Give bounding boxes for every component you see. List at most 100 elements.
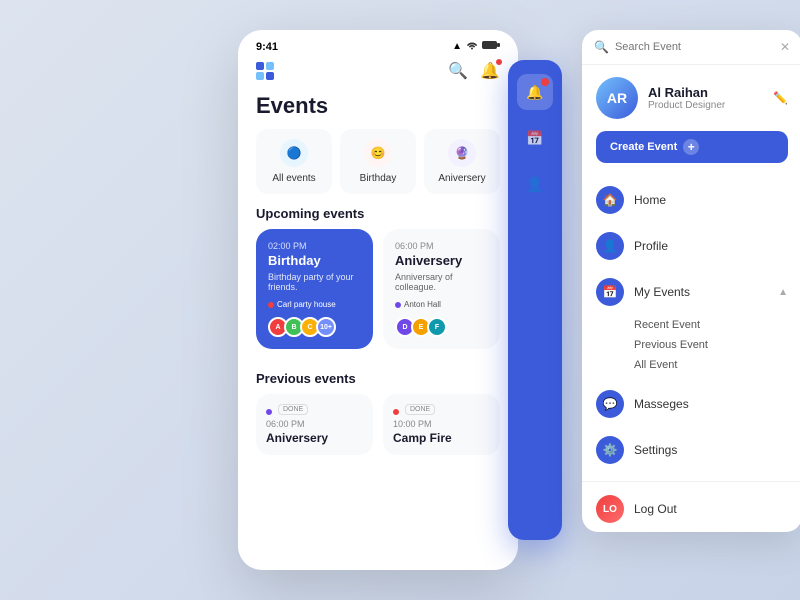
my-events-icon: 📅 bbox=[596, 278, 624, 306]
anniversary-desc: Anniversary of colleague. bbox=[395, 272, 488, 292]
nav-profile[interactable]: 👤 Profile bbox=[582, 223, 800, 269]
page-title: Events bbox=[238, 89, 518, 129]
anniversary-label: Aniversery bbox=[438, 173, 485, 184]
my-events-chevron: ▲ bbox=[778, 287, 788, 298]
anniversary-loc-dot bbox=[395, 302, 401, 308]
prev-event-campfire[interactable]: DONE 10:00 PM Camp Fire bbox=[383, 394, 500, 455]
sidebar-notif-dot bbox=[541, 78, 549, 86]
wifi-icon bbox=[466, 40, 478, 53]
upcoming-section-title: Upcoming events bbox=[238, 206, 518, 229]
anniversary-avatars: D E F bbox=[395, 317, 488, 337]
previous-row: DONE 06:00 PM Aniversery DONE 10:00 PM C… bbox=[238, 394, 518, 455]
dropdown-search-bar: 🔍 ✕ bbox=[582, 30, 800, 65]
nav-my-events[interactable]: 📅 My Events ▲ bbox=[582, 269, 800, 315]
sub-previous-event[interactable]: Previous Event bbox=[634, 335, 788, 355]
nav-home[interactable]: 🏠 Home bbox=[582, 177, 800, 223]
anniversary-location-text: Anton Hall bbox=[404, 300, 441, 309]
prev-campfire-header: DONE bbox=[393, 404, 490, 419]
anniversary-location: Anton Hall bbox=[395, 300, 488, 309]
time: 9:41 bbox=[256, 41, 278, 53]
sub-all-event[interactable]: All Event bbox=[634, 355, 788, 375]
status-bar: 9:41 ▲ bbox=[238, 30, 518, 57]
done-badge-1: DONE bbox=[278, 404, 308, 415]
prev-anniversary-dot bbox=[266, 409, 272, 415]
upcoming-event-birthday[interactable]: 02:00 PM Birthday Birthday party of your… bbox=[256, 229, 373, 349]
dropdown-close-icon[interactable]: ✕ bbox=[780, 40, 790, 54]
sidebar-calendar-btn[interactable]: 📅 bbox=[517, 120, 553, 156]
sub-recent-event[interactable]: Recent Event bbox=[634, 315, 788, 335]
messages-label: Masseges bbox=[634, 397, 689, 411]
user-info: Al Raihan Product Designer bbox=[648, 85, 763, 111]
user-name: Al Raihan bbox=[648, 85, 763, 100]
battery-icon bbox=[482, 40, 500, 53]
top-nav: 🔍 🔔 bbox=[238, 57, 518, 89]
upcoming-event-anniversary[interactable]: 06:00 PM Aniversery Anniversary of colle… bbox=[383, 229, 500, 349]
sidebar-user-btn[interactable]: 👤 bbox=[517, 166, 553, 202]
birthday-label: Birthday bbox=[360, 173, 397, 184]
category-birthday[interactable]: 😊 Birthday bbox=[340, 129, 416, 194]
birthday-avatars: A B C 10+ bbox=[268, 317, 361, 337]
nav-messages[interactable]: 💬 Masseges bbox=[582, 381, 800, 427]
my-events-label: My Events bbox=[634, 285, 690, 299]
sub-menu: Recent Event Previous Event All Event bbox=[582, 315, 800, 381]
signal-icon: ▲ bbox=[452, 41, 462, 52]
create-event-button[interactable]: Create Event + bbox=[596, 131, 788, 163]
logout-item[interactable]: LO Log Out bbox=[582, 486, 800, 532]
user-avatar: AR bbox=[596, 77, 638, 119]
birthday-icon: 😊 bbox=[364, 139, 392, 167]
birthday-name: Birthday bbox=[268, 253, 361, 268]
create-event-label: Create Event bbox=[610, 141, 677, 153]
edit-icon[interactable]: ✏️ bbox=[773, 91, 788, 105]
mobile-panel: 9:41 ▲ 🔍 🔔 bbox=[238, 30, 518, 570]
notif-dot bbox=[496, 59, 502, 65]
sidebar-notification-btn[interactable]: 🔔 bbox=[517, 74, 553, 110]
nav-settings[interactable]: ⚙️ Settings bbox=[582, 427, 800, 473]
menu-divider bbox=[582, 481, 800, 482]
nav-actions: 🔍 🔔 bbox=[448, 61, 500, 81]
prev-anniversary-name: Aniversery bbox=[266, 431, 363, 445]
prev-anniversary-time: 06:00 PM bbox=[266, 419, 363, 429]
anniversary-name: Aniversery bbox=[395, 253, 488, 268]
anv-avatar-3: F bbox=[427, 317, 447, 337]
logout-label: Log Out bbox=[634, 502, 677, 516]
category-row: 🔵 All events 😊 Birthday 🔮 Aniversery bbox=[238, 129, 518, 206]
location-dot bbox=[268, 302, 274, 308]
dropdown-panel: 🔍 ✕ AR Al Raihan Product Designer ✏️ Cre… bbox=[582, 30, 800, 532]
anniversary-time: 06:00 PM bbox=[395, 241, 488, 251]
avatar-count: 10+ bbox=[316, 317, 336, 337]
profile-icon: 👤 bbox=[596, 232, 624, 260]
prev-anniversary-header: DONE bbox=[266, 404, 363, 419]
done-badge-2: DONE bbox=[405, 404, 435, 415]
prev-campfire-name: Camp Fire bbox=[393, 431, 490, 445]
notification-icon[interactable]: 🔔 bbox=[480, 61, 500, 81]
search-icon[interactable]: 🔍 bbox=[448, 61, 468, 81]
prev-campfire-time: 10:00 PM bbox=[393, 419, 490, 429]
birthday-desc: Birthday party of your friends. bbox=[268, 272, 361, 292]
all-events-icon: 🔵 bbox=[280, 139, 308, 167]
previous-section-title: Previous events bbox=[238, 371, 518, 394]
nav-menu: 🏠 Home 👤 Profile 📅 My Events ▲ Recent Ev… bbox=[582, 173, 800, 477]
home-icon: 🏠 bbox=[596, 186, 624, 214]
settings-label: Settings bbox=[634, 443, 677, 457]
dropdown-search-input[interactable] bbox=[615, 41, 774, 53]
sidebar-user-icon: 👤 bbox=[526, 176, 543, 193]
logo-icon bbox=[256, 62, 274, 80]
upcoming-row: 02:00 PM Birthday Birthday party of your… bbox=[238, 229, 518, 361]
app-container: 9:41 ▲ 🔍 🔔 bbox=[238, 30, 562, 570]
home-label: Home bbox=[634, 193, 666, 207]
status-icons: ▲ bbox=[452, 40, 500, 53]
anniversary-icon: 🔮 bbox=[448, 139, 476, 167]
sidebar-calendar-icon: 📅 bbox=[526, 130, 543, 147]
category-all[interactable]: 🔵 All events bbox=[256, 129, 332, 194]
user-role: Product Designer bbox=[648, 100, 763, 111]
birthday-location-text: Carl party house bbox=[277, 300, 336, 309]
user-section: AR Al Raihan Product Designer ✏️ bbox=[582, 65, 800, 127]
birthday-time: 02:00 PM bbox=[268, 241, 361, 251]
birthday-location: Carl party house bbox=[268, 300, 361, 309]
settings-icon: ⚙️ bbox=[596, 436, 624, 464]
logout-avatar: LO bbox=[596, 495, 624, 523]
profile-label: Profile bbox=[634, 239, 668, 253]
prev-event-anniversary[interactable]: DONE 06:00 PM Aniversery bbox=[256, 394, 373, 455]
category-anniversary[interactable]: 🔮 Aniversery bbox=[424, 129, 500, 194]
sidebar-bell-icon: 🔔 bbox=[526, 84, 543, 101]
